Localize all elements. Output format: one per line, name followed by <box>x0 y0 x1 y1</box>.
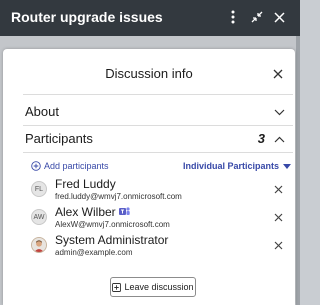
add-participants-link[interactable]: Add participants <box>31 161 109 171</box>
avatar: AW <box>31 209 47 225</box>
leave-icon <box>112 282 122 292</box>
about-section-toggle[interactable]: About <box>23 100 293 124</box>
add-participants-label: Add participants <box>44 161 109 171</box>
participant-name: Alex Wilber <box>55 205 116 219</box>
window-title: Router upgrade issues <box>11 9 163 25</box>
dialog-title: Discussion info <box>105 66 193 81</box>
participant-email: fred.luddy@wmvj7.onmicrosoft.com <box>55 192 182 201</box>
avatar: FL <box>31 181 47 197</box>
divider <box>23 94 293 95</box>
participants-label: Participants <box>25 131 93 146</box>
about-label: About <box>25 104 59 119</box>
remove-icon[interactable] <box>273 184 283 194</box>
participants-count: 3 <box>257 131 265 146</box>
remove-icon[interactable] <box>273 240 283 250</box>
chevron-down-icon <box>273 106 285 118</box>
participant-row: System Administrator admin@example.com <box>31 232 291 260</box>
leave-discussion-label: Leave discussion <box>124 282 194 292</box>
teams-icon <box>119 207 130 215</box>
participant-email: admin@example.com <box>55 248 133 257</box>
dialog-close-icon[interactable] <box>270 66 286 82</box>
add-circle-icon <box>31 161 41 171</box>
more-vertical-icon[interactable] <box>224 8 242 26</box>
caret-down-icon <box>283 163 292 169</box>
participant-row: FL Fred Luddy fred.luddy@wmvj7.onmicroso… <box>31 176 291 204</box>
discussion-info-dialog: Discussion info About Participants 3 Add… <box>3 49 295 305</box>
collapse-icon[interactable] <box>248 8 266 26</box>
participant-filter-label: Individual Participants <box>183 161 280 171</box>
divider <box>23 125 293 126</box>
participant-filter-dropdown[interactable]: Individual Participants <box>183 161 292 171</box>
participants-section-toggle[interactable]: Participants 3 <box>23 127 293 151</box>
close-icon[interactable] <box>270 8 288 26</box>
scroll-strip <box>296 36 300 305</box>
chevron-up-icon <box>273 133 285 145</box>
leave-discussion-button[interactable]: Leave discussion <box>110 277 196 297</box>
window-header: Router upgrade issues <box>0 0 300 36</box>
remove-icon[interactable] <box>273 212 283 222</box>
participant-email: AlexW@wmvj7.onmicrosoft.com <box>55 220 170 229</box>
divider <box>23 152 293 153</box>
participant-row: AW Alex Wilber AlexW@wmvj7.onmicrosoft.c… <box>31 204 291 232</box>
participant-name: System Administrator <box>55 233 169 247</box>
participant-name: Fred Luddy <box>55 177 116 191</box>
avatar-photo <box>31 237 47 253</box>
